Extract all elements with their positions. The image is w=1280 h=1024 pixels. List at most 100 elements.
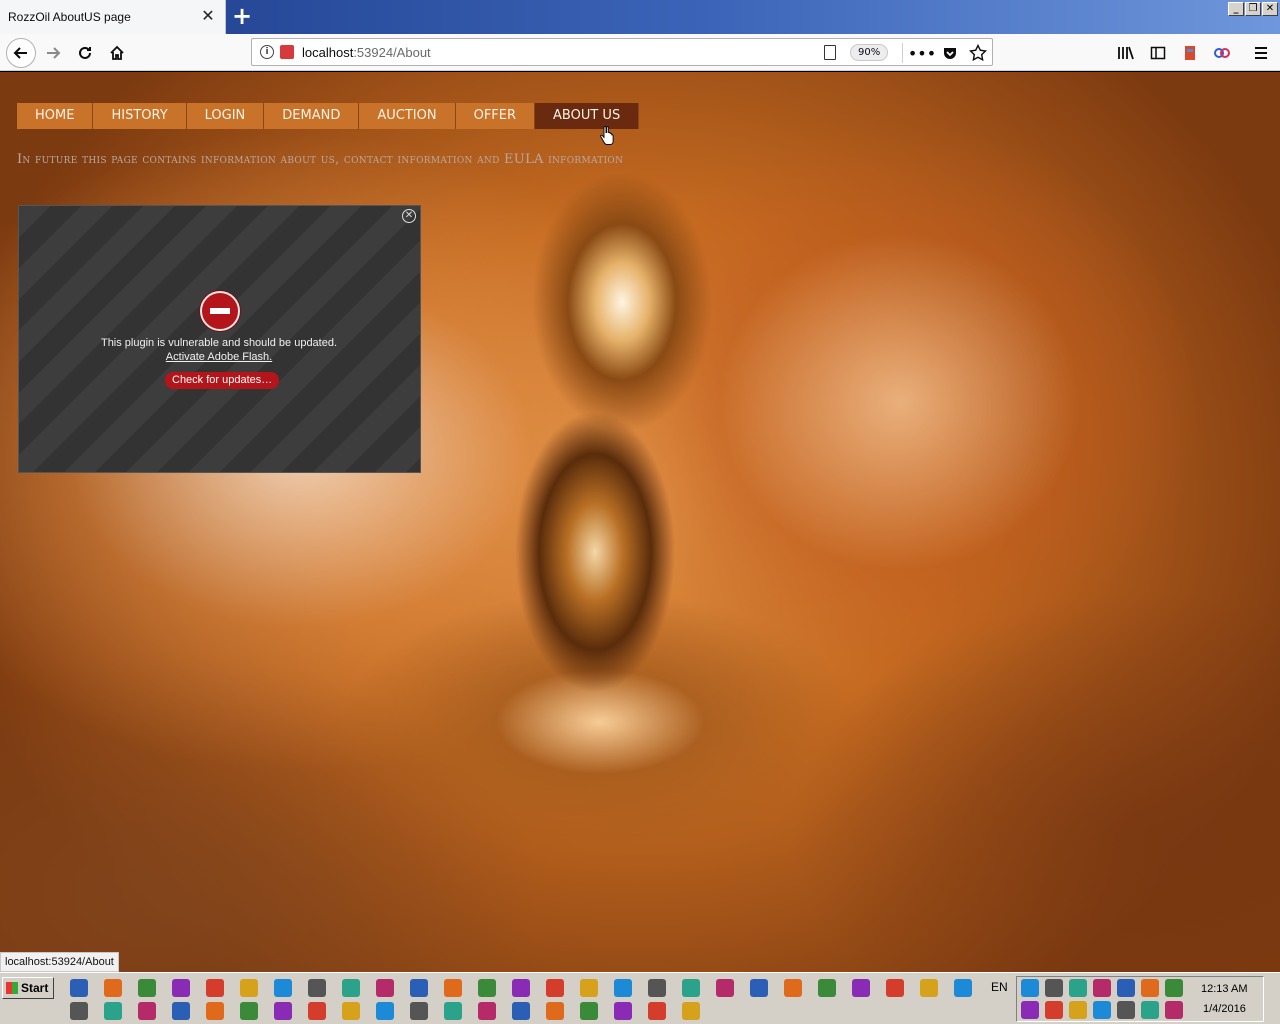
taskbar: Start EN 12:13 AM 1/4/2016 bbox=[0, 972, 1280, 1024]
tray-icon[interactable] bbox=[1141, 979, 1159, 997]
page-actions-icon[interactable]: ••• bbox=[908, 42, 936, 64]
clock-time[interactable]: 12:13 AM bbox=[1201, 983, 1247, 995]
tray-icon[interactable] bbox=[1093, 979, 1111, 997]
taskbar-app-icon[interactable] bbox=[308, 979, 326, 997]
nav-item-auction[interactable]: AUCTION bbox=[359, 103, 456, 129]
taskbar-app-icon[interactable] bbox=[172, 1002, 190, 1020]
back-button[interactable] bbox=[6, 38, 36, 68]
language-indicator[interactable]: EN bbox=[991, 980, 1008, 994]
nav-item-about-us[interactable]: ABOUT US bbox=[535, 103, 640, 129]
taskbar-app-icon[interactable] bbox=[614, 1002, 632, 1020]
site-info-icon[interactable]: i bbox=[260, 45, 274, 59]
taskbar-app-icon[interactable] bbox=[920, 979, 938, 997]
url-text[interactable]: localhost:53924/About bbox=[302, 45, 431, 60]
taskbar-app-icon[interactable] bbox=[70, 979, 88, 997]
tray-icon[interactable] bbox=[1093, 1001, 1111, 1019]
taskbar-app-icon[interactable] bbox=[546, 1002, 564, 1020]
taskbar-app-icon[interactable] bbox=[750, 979, 768, 997]
taskbar-app-icon[interactable] bbox=[206, 979, 224, 997]
start-button[interactable]: Start bbox=[2, 977, 54, 999]
menu-button[interactable] bbox=[1246, 38, 1276, 68]
taskbar-app-icon[interactable] bbox=[376, 1002, 394, 1020]
taskbar-app-icon[interactable] bbox=[240, 1002, 258, 1020]
tray-icon[interactable] bbox=[1021, 1001, 1039, 1019]
flash-plugin-placeholder: ✕ This plugin is vulnerable and should b… bbox=[18, 205, 421, 473]
taskbar-app-icon[interactable] bbox=[206, 1002, 224, 1020]
taskbar-app-icon[interactable] bbox=[104, 979, 122, 997]
tray-icon[interactable] bbox=[1069, 979, 1087, 997]
tray-icon[interactable] bbox=[1165, 1001, 1183, 1019]
check-updates-button[interactable]: Check for updates… bbox=[165, 372, 280, 389]
nav-item-offer[interactable]: OFFER bbox=[455, 103, 536, 129]
taskbar-app-icon[interactable] bbox=[954, 979, 972, 997]
taskbar-app-icon[interactable] bbox=[104, 1002, 122, 1020]
nav-item-history[interactable]: HISTORY bbox=[93, 103, 187, 129]
taskbar-app-icon[interactable] bbox=[546, 979, 564, 997]
taskbar-app-icon[interactable] bbox=[376, 979, 394, 997]
minimize-button[interactable]: _ bbox=[1228, 2, 1244, 16]
tray-icon[interactable] bbox=[1069, 1001, 1087, 1019]
taskbar-app-icon[interactable] bbox=[818, 979, 836, 997]
bookmark-star-icon[interactable] bbox=[967, 42, 989, 64]
plugin-close-icon[interactable]: ✕ bbox=[402, 209, 416, 223]
tray-icon[interactable] bbox=[1165, 979, 1183, 997]
taskbar-app-icon[interactable] bbox=[682, 979, 700, 997]
forward-button[interactable] bbox=[38, 38, 68, 68]
taskbar-app-icon[interactable] bbox=[342, 1002, 360, 1020]
taskbar-app-icon[interactable] bbox=[512, 979, 530, 997]
taskbar-app-icon[interactable] bbox=[240, 979, 258, 997]
taskbar-app-icon[interactable] bbox=[682, 1002, 700, 1020]
sidebar-button[interactable] bbox=[1143, 38, 1173, 68]
tray-icon[interactable] bbox=[1045, 979, 1063, 997]
taskbar-app-icon[interactable] bbox=[410, 979, 428, 997]
extension-button-1[interactable] bbox=[1175, 38, 1205, 68]
taskbar-app-icon[interactable] bbox=[580, 979, 598, 997]
taskbar-app-icon[interactable] bbox=[138, 1002, 156, 1020]
library-button[interactable] bbox=[1111, 38, 1141, 68]
taskbar-app-icon[interactable] bbox=[138, 979, 156, 997]
nav-item-home[interactable]: HOME bbox=[17, 103, 94, 129]
tray-icon[interactable] bbox=[1021, 979, 1039, 997]
tab-active[interactable]: RozzOil AboutUS page ✕ bbox=[0, 0, 226, 34]
nav-item-demand[interactable]: DEMAND bbox=[264, 103, 360, 129]
zoom-level-badge[interactable]: 90% bbox=[850, 44, 889, 61]
taskbar-app-icon[interactable] bbox=[70, 1002, 88, 1020]
taskbar-app-icon[interactable] bbox=[172, 979, 190, 997]
nav-item-login[interactable]: LOGIN bbox=[186, 103, 265, 129]
tray-icon[interactable] bbox=[1117, 1001, 1135, 1019]
tab-close-icon[interactable]: ✕ bbox=[199, 7, 217, 25]
close-window-button[interactable]: ✕ bbox=[1262, 2, 1278, 16]
new-tab-button[interactable]: + bbox=[229, 3, 255, 29]
taskbar-app-icon[interactable] bbox=[342, 979, 360, 997]
extension-button-2[interactable] bbox=[1207, 38, 1237, 68]
site-permission-icon[interactable] bbox=[280, 45, 294, 59]
taskbar-app-icon[interactable] bbox=[444, 979, 462, 997]
pocket-icon[interactable] bbox=[939, 42, 961, 64]
taskbar-app-icon[interactable] bbox=[580, 1002, 598, 1020]
taskbar-app-icon[interactable] bbox=[648, 979, 666, 997]
taskbar-app-icon[interactable] bbox=[852, 979, 870, 997]
reload-button[interactable] bbox=[70, 38, 100, 68]
tray-icon[interactable] bbox=[1045, 1001, 1063, 1019]
taskbar-app-icon[interactable] bbox=[410, 1002, 428, 1020]
taskbar-app-icon[interactable] bbox=[308, 1002, 326, 1020]
activate-flash-link[interactable]: Activate Adobe Flash. bbox=[19, 351, 419, 363]
reader-view-icon[interactable] bbox=[824, 45, 836, 60]
taskbar-app-icon[interactable] bbox=[274, 1002, 292, 1020]
clock-date[interactable]: 1/4/2016 bbox=[1203, 1003, 1246, 1015]
taskbar-app-icon[interactable] bbox=[614, 979, 632, 997]
restore-button[interactable]: ❐ bbox=[1245, 2, 1261, 16]
taskbar-app-icon[interactable] bbox=[478, 979, 496, 997]
taskbar-app-icon[interactable] bbox=[478, 1002, 496, 1020]
taskbar-app-icon[interactable] bbox=[444, 1002, 462, 1020]
taskbar-app-icon[interactable] bbox=[886, 979, 904, 997]
taskbar-app-icon[interactable] bbox=[648, 1002, 666, 1020]
taskbar-app-icon[interactable] bbox=[512, 1002, 530, 1020]
url-bar[interactable]: i localhost:53924/About 90% ••• bbox=[251, 38, 993, 66]
taskbar-app-icon[interactable] bbox=[274, 979, 292, 997]
home-button[interactable] bbox=[102, 38, 132, 68]
taskbar-app-icon[interactable] bbox=[784, 979, 802, 997]
taskbar-app-icon[interactable] bbox=[716, 979, 734, 997]
tray-icon[interactable] bbox=[1141, 1001, 1159, 1019]
tray-icon[interactable] bbox=[1117, 979, 1135, 997]
